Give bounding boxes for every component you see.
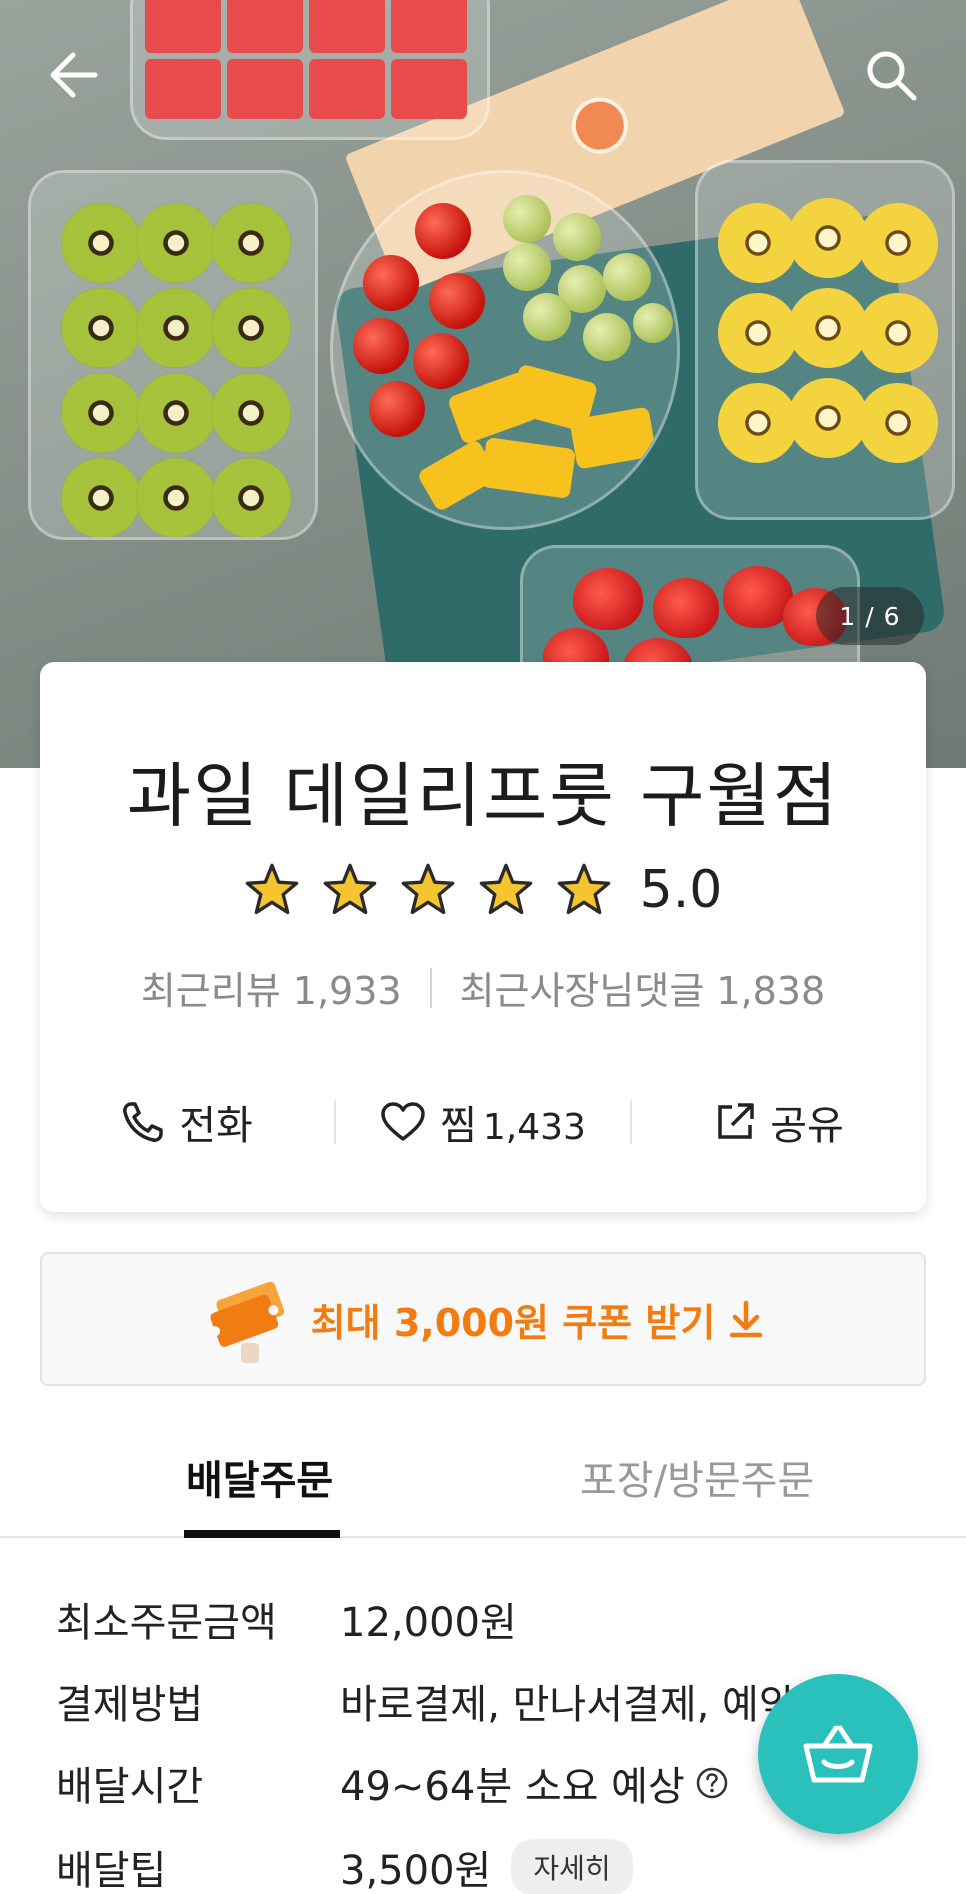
payment-method-row: 결제방법 바로결제, 만나서결제, 예약 (56, 1672, 800, 1730)
store-action-row: 전화 찜 1,433 공유 (40, 1082, 926, 1162)
recent-owner-replies-link[interactable]: 최근사장님댓글 1,838 (460, 960, 826, 1015)
store-info-card: 과일 데일리프룻 구월점 5.0 최근리뷰 1,933 최근사장님댓글 1,83… (40, 662, 926, 1212)
review-stats-row: 최근리뷰 1,933 최근사장님댓글 1,838 (40, 960, 926, 1015)
basket-icon (803, 1725, 873, 1783)
favorite-count: 1,433 (482, 1107, 586, 1148)
favorite-label: 찜 (440, 1103, 477, 1149)
delivery-time-value: 49~64분 소요 예상 (340, 1764, 685, 1810)
active-tab-indicator (184, 1530, 340, 1538)
store-hero-image[interactable]: 1 / 6 (0, 0, 966, 768)
star-icon (401, 863, 454, 915)
store-name: 과일 데일리프룻 구월점 (126, 755, 840, 837)
golden-kiwi-tray (695, 160, 955, 520)
tab-delivery-order[interactable]: 배달주문 (186, 1448, 333, 1506)
heart-icon (381, 1102, 425, 1141)
rating-row: 5.0 (40, 860, 926, 920)
payment-method-label: 결제방법 (56, 1682, 204, 1728)
image-page-counter: 1 / 6 (816, 587, 924, 645)
star-icon (245, 863, 298, 915)
cart-button[interactable] (758, 1674, 918, 1834)
rating-value: 5.0 (639, 860, 723, 920)
tab-takeout-order[interactable]: 포장/방문주문 (580, 1448, 814, 1506)
payment-method-value: 바로결제, 만나서결제, 예약 (340, 1682, 796, 1728)
back-arrow-icon[interactable] (38, 40, 108, 110)
search-icon[interactable] (856, 40, 926, 110)
call-label: 전화 (179, 1103, 253, 1149)
order-type-tabs: 배달주문 포장/방문주문 (0, 1420, 966, 1538)
coupon-text: 최대 3,000원 쿠폰 받기 (310, 1300, 716, 1345)
star-icon (557, 863, 610, 915)
help-icon[interactable] (695, 1766, 729, 1800)
delivery-tip-row: 배달팁 3,500원 자세히 (56, 1838, 633, 1894)
min-order-row: 최소주문금액 12,000원 (56, 1590, 517, 1648)
phone-icon (123, 1102, 163, 1142)
mixed-fruit-tray (330, 170, 680, 530)
share-icon (718, 1103, 754, 1139)
star-icon (479, 863, 532, 915)
delivery-tip-value: 3,500원 (340, 1848, 492, 1894)
delivery-tip-detail-button[interactable]: 자세히 (511, 1839, 633, 1894)
share-button[interactable]: 공유 (632, 1093, 926, 1151)
delivery-time-row: 배달시간 49~64분 소요 예상 (56, 1754, 729, 1812)
delivery-time-label: 배달시간 (56, 1764, 204, 1810)
coupon-download-button[interactable]: 최대 3,000원 쿠폰 받기 (40, 1252, 926, 1386)
favorite-button[interactable]: 찜 1,433 (336, 1093, 630, 1151)
recent-reviews-link[interactable]: 최근리뷰 1,933 (141, 960, 402, 1015)
star-icon (323, 863, 376, 915)
stats-divider (429, 967, 432, 1008)
coupon-ticket-icon (209, 1281, 284, 1363)
share-label: 공유 (770, 1103, 844, 1149)
peach-logo-icon (563, 89, 637, 162)
kiwi-tray (28, 170, 318, 540)
delivery-tip-label: 배달팁 (56, 1848, 167, 1894)
min-order-value: 12,000원 (340, 1600, 517, 1646)
call-button[interactable]: 전화 (40, 1093, 334, 1151)
watermelon-tray (130, 0, 490, 140)
min-order-label: 최소주문금액 (56, 1600, 277, 1646)
download-arrow-icon (730, 1300, 763, 1338)
